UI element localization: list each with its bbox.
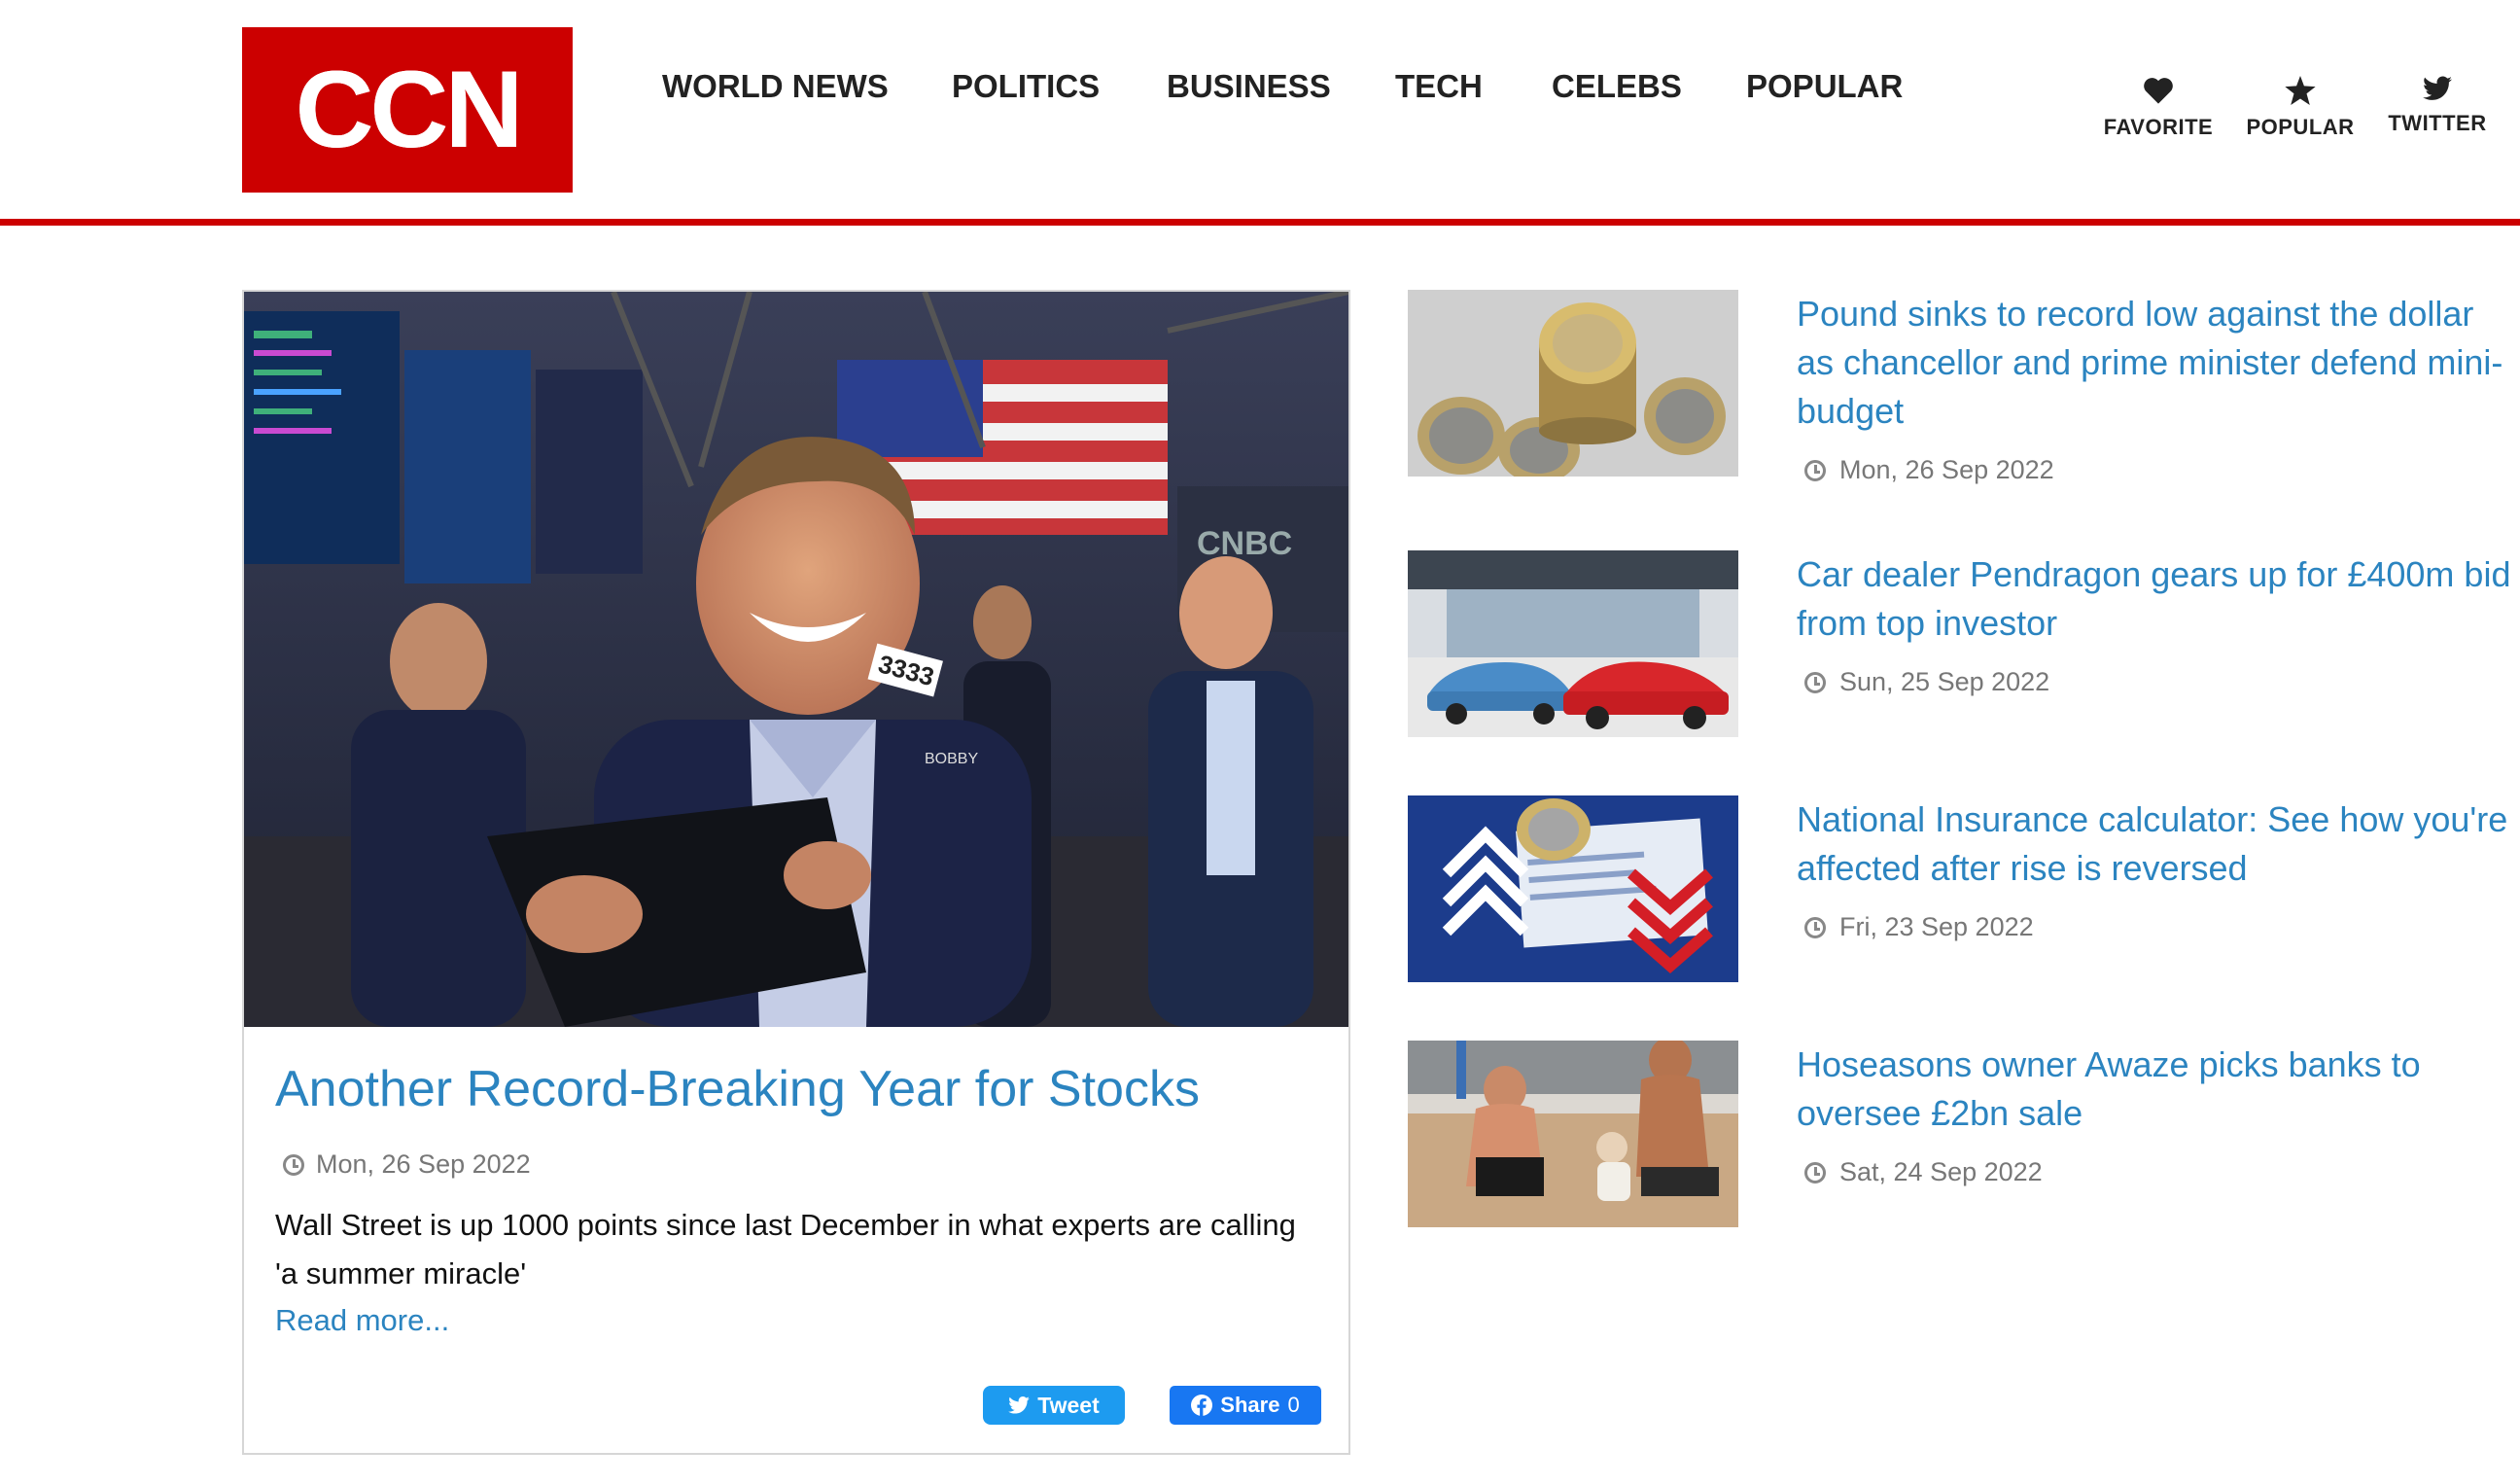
side-article: Pound sinks to record low against the do… — [1408, 290, 2516, 504]
twitter-icon — [2423, 76, 2452, 100]
nav-business[interactable]: BUSINESS — [1167, 68, 1331, 105]
twitter-bird-icon — [1008, 1396, 1031, 1414]
clock-icon — [1804, 459, 1826, 481]
nav-politics[interactable]: POLITICS — [952, 68, 1100, 105]
facebook-share-button[interactable]: Share 0 — [1170, 1386, 1321, 1425]
featured-article-meta: Mon, 26 Sep 2022 — [283, 1149, 531, 1180]
star-icon — [2285, 76, 2316, 105]
side-article-thumbnail[interactable] — [1408, 290, 1738, 477]
clock-icon — [1804, 1161, 1826, 1184]
side-article-date: Mon, 26 Sep 2022 — [1839, 455, 2054, 484]
pound-coins-photo — [1408, 290, 1738, 477]
facebook-icon — [1191, 1395, 1213, 1416]
twitter-link[interactable]: TWITTER — [2384, 76, 2491, 136]
nav-popular[interactable]: POPULAR — [1746, 68, 1903, 105]
twitter-label: TWITTER — [2388, 111, 2487, 135]
side-article-date: Fri, 23 Sep 2022 — [1839, 912, 2034, 941]
side-article-title[interactable]: Hoseasons owner Awaze picks banks to ove… — [1797, 1041, 2516, 1138]
beach-family-photo — [1408, 1041, 1738, 1227]
side-article-thumbnail[interactable] — [1408, 550, 1738, 737]
tweet-label: Tweet — [1037, 1392, 1100, 1418]
logo-text: CCN — [295, 49, 524, 170]
side-article-title[interactable]: Car dealer Pendragon gears up for £400m … — [1797, 550, 2516, 648]
side-article-title[interactable]: National Insurance calculator: See how y… — [1797, 795, 2516, 893]
side-article-meta: Fri, 23 Sep 2022 — [1804, 912, 2034, 942]
side-article-title[interactable]: Pound sinks to record low against the do… — [1797, 290, 2516, 436]
featured-article-description: Wall Street is up 1000 points since last… — [275, 1208, 1296, 1290]
clock-icon — [283, 1153, 304, 1176]
popular-label: POPULAR — [2246, 115, 2355, 139]
nav-world-news[interactable]: WORLD NEWS — [662, 68, 889, 105]
featured-article-image[interactable]: CNBC 3333 BOBBY — [244, 292, 1348, 1027]
tweet-button[interactable]: Tweet — [983, 1386, 1125, 1425]
side-article-date: Sat, 24 Sep 2022 — [1839, 1157, 2043, 1186]
car-showroom-photo — [1408, 550, 1738, 737]
side-article: Car dealer Pendragon gears up for £400m … — [1408, 550, 2516, 745]
side-article-meta: Sat, 24 Sep 2022 — [1804, 1157, 2043, 1187]
cnbc-sign: CNBC — [1197, 525, 1292, 562]
side-article-meta: Sun, 25 Sep 2022 — [1804, 667, 2049, 697]
share-count: 0 — [1287, 1393, 1300, 1417]
share-label: Share — [1220, 1393, 1280, 1417]
featured-article-date: Mon, 26 Sep 2022 — [316, 1149, 531, 1179]
side-article-date: Sun, 25 Sep 2022 — [1839, 667, 2050, 696]
featured-article-title[interactable]: Another Record-Breaking Year for Stocks — [275, 1060, 1200, 1118]
site-logo[interactable]: CCN — [242, 27, 573, 193]
side-article-thumbnail[interactable] — [1408, 1041, 1738, 1227]
favorite-label: FAVORITE — [2103, 115, 2214, 139]
site-header: CCN WORLD NEWS POLITICS BUSINESS TECH CE… — [0, 0, 2520, 226]
side-article-meta: Mon, 26 Sep 2022 — [1804, 455, 2054, 485]
side-article: Hoseasons owner Awaze picks banks to ove… — [1408, 1041, 2516, 1235]
featured-article-card: CNBC 3333 BOBBY Another Record-Breaking … — [242, 290, 1350, 1455]
heart-icon — [2144, 78, 2173, 104]
read-more-link[interactable]: Read more... — [275, 1303, 449, 1338]
side-article: National Insurance calculator: See how y… — [1408, 795, 2516, 990]
clock-icon — [1804, 916, 1826, 938]
clock-icon — [1804, 671, 1826, 693]
nav-tech[interactable]: TECH — [1395, 68, 1483, 105]
trading-floor-photo: CNBC 3333 BOBBY — [244, 292, 1348, 1027]
nav-celebs[interactable]: CELEBS — [1552, 68, 1682, 105]
favorite-link[interactable]: FAVORITE — [2100, 76, 2217, 140]
trader-name-tag: BOBBY — [925, 751, 978, 767]
national-insurance-graphic — [1408, 795, 1738, 982]
side-article-thumbnail[interactable] — [1408, 795, 1738, 982]
popular-link[interactable]: POPULAR — [2242, 76, 2359, 140]
